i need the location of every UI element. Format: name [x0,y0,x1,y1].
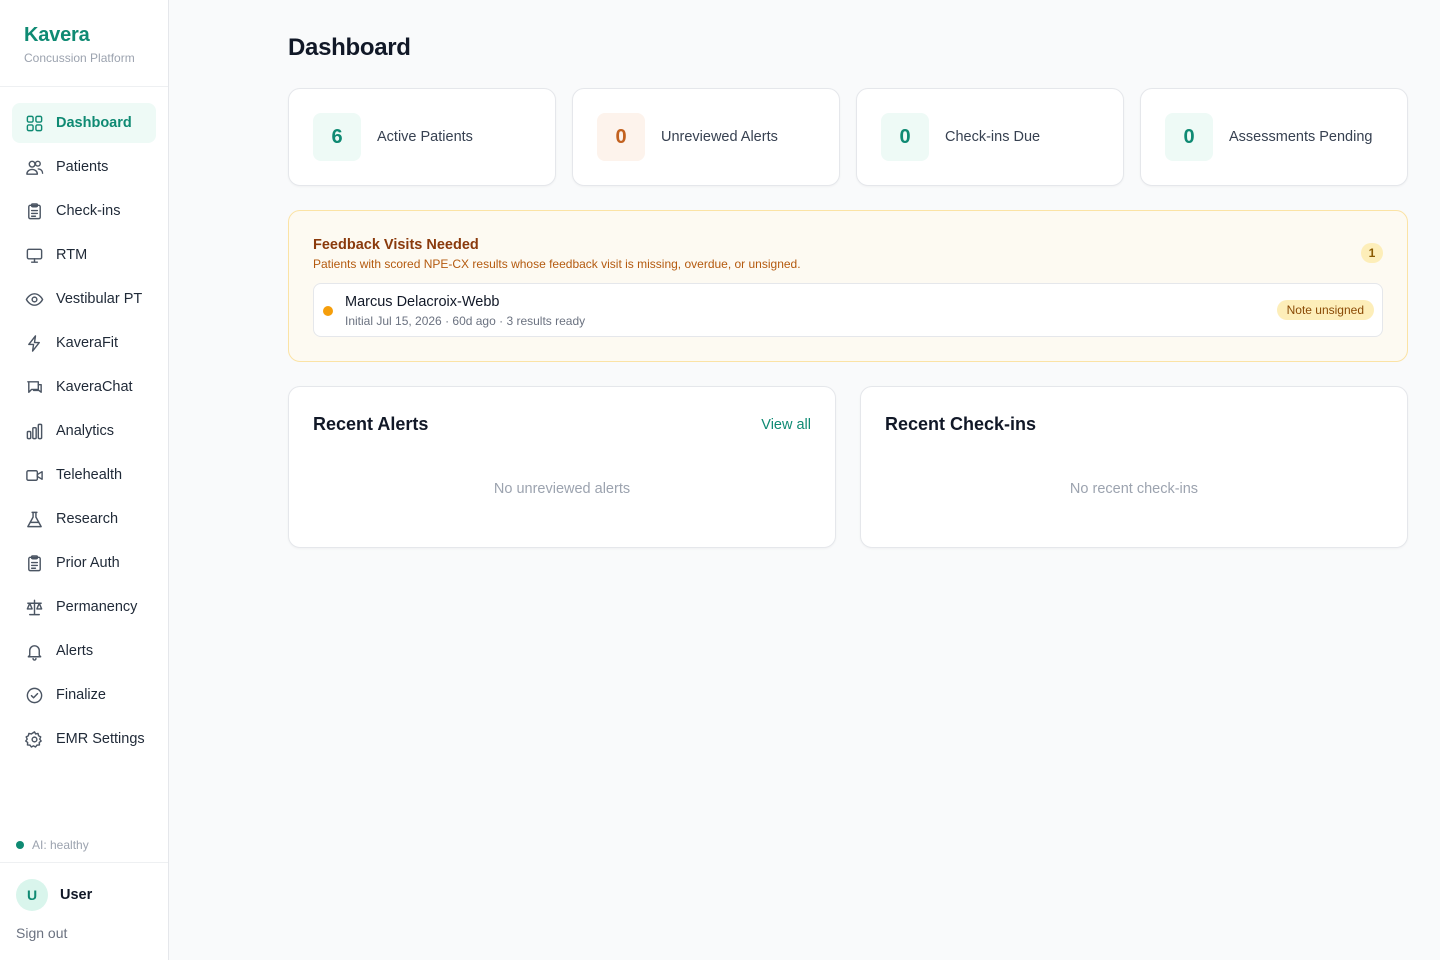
sidebar-item-label: Finalize [56,687,106,703]
sidebar-item-label: KaveraFit [56,335,119,351]
sidebar-item-label: Dashboard [56,115,132,131]
sidebar-item-label: KaveraChat [56,379,133,395]
check-circle-icon [24,685,44,705]
sidebar-item-alerts[interactable]: Alerts [12,631,156,671]
stat-card-assessments-pending[interactable]: 0 Assessments Pending [1140,88,1408,186]
flask-icon [24,509,44,529]
sidebar-item-finalize[interactable]: Finalize [12,675,156,715]
page-title: Dashboard [288,34,411,61]
stat-value: 0 [1165,113,1213,161]
eye-icon [24,289,44,309]
status-badge: Note unsigned [1276,300,1374,320]
view-all-link[interactable]: View all [761,417,811,433]
stat-card-unreviewed-alerts[interactable]: 0 Unreviewed Alerts [572,88,840,186]
lightning-icon [24,333,44,353]
user-profile[interactable]: U User [16,879,92,911]
sidebar-item-label: Analytics [56,423,115,439]
avatar: U [16,879,48,911]
sidebar-item-kaverachat[interactable]: KaveraChat [12,367,156,407]
stat-label: Assessments Pending [1229,129,1373,145]
sidebar-item-permanency[interactable]: Permanency [12,587,156,627]
status-dot [323,306,333,316]
divider [0,86,168,87]
brand-subtitle: Concussion Platform [24,51,135,65]
stat-card-check-ins-due[interactable]: 0 Check-ins Due [856,88,1124,186]
sidebar-item-label: EMR Settings [56,731,145,747]
sidebar: Kavera Concussion Platform Dashboard Pat… [0,0,169,960]
brand-name: Kavera [24,24,90,46]
recent-alerts-panel: Recent Alerts View all No unreviewed ale… [288,386,836,548]
feedback-subtitle: Patients with scored NPE-CX results whos… [313,257,801,271]
bar-chart-icon [24,421,44,441]
sidebar-item-rtm[interactable]: RTM [12,235,156,275]
ai-status-label: AI: healthy [32,838,89,852]
sidebar-item-label: Prior Auth [56,555,120,571]
sidebar-item-label: Permanency [56,599,138,615]
patient-name: Marcus Delacroix-Webb [345,294,500,310]
bell-icon [24,641,44,661]
sidebar-item-label: Telehealth [56,467,123,483]
sidebar-item-prior-auth[interactable]: Prior Auth [12,543,156,583]
user-name: User [60,887,93,903]
sidebar-item-label: Patients [56,159,109,175]
brand[interactable]: Kavera Concussion Platform [24,22,135,66]
panel-title: Recent Alerts [313,414,429,434]
stat-value: 6 [313,113,361,161]
count-badge: 1 [1361,243,1383,263]
sidebar-item-label: Check-ins [56,203,121,219]
feedback-patient-row[interactable]: Marcus Delacroix-Webb Initial Jul 15, 20… [313,283,1383,337]
stat-label: Check-ins Due [945,129,1041,145]
ai-status: AI: healthy [16,838,89,852]
status-dot [16,841,24,849]
clipboard-icon [24,553,44,573]
video-icon [24,465,44,485]
sidebar-item-vestibular-pt[interactable]: Vestibular PT [12,279,156,319]
sidebar-item-emr-settings[interactable]: EMR Settings [12,719,156,759]
sidebar-item-kaverafit[interactable]: KaveraFit [12,323,156,363]
sidebar-item-label: Research [56,511,119,527]
sidebar-item-label: Vestibular PT [56,291,143,307]
stat-card-active-patients[interactable]: 6 Active Patients [288,88,556,186]
stat-value: 0 [597,113,645,161]
recent-checkins-panel: Recent Check-ins No recent check-ins [860,386,1408,548]
gear-icon [24,729,44,749]
feedback-title: Feedback Visits Needed [313,237,479,253]
stat-label: Active Patients [377,129,473,145]
feedback-visits-panel: Feedback Visits Needed Patients with sco… [288,210,1408,362]
sidebar-item-label: Alerts [56,643,94,659]
sidebar-item-analytics[interactable]: Analytics [12,411,156,451]
sidebar-item-label: RTM [56,247,88,263]
clipboard-icon [24,201,44,221]
users-icon [24,157,44,177]
empty-state: No recent check-ins [1069,481,1199,497]
grid-icon [24,113,44,133]
monitor-icon [24,245,44,265]
sidebar-nav: Dashboard Patients Check-ins RTM Vestibu… [12,103,156,763]
sidebar-item-telehealth[interactable]: Telehealth [12,455,156,495]
panel-title: Recent Check-ins [885,414,1037,434]
sidebar-item-research[interactable]: Research [12,499,156,539]
sidebar-item-patients[interactable]: Patients [12,147,156,187]
chat-icon [24,377,44,397]
sidebar-item-check-ins[interactable]: Check-ins [12,191,156,231]
stat-label: Unreviewed Alerts [661,129,778,145]
patient-meta: Initial Jul 15, 2026 · 60d ago · 3 resul… [345,314,586,328]
divider [0,862,168,863]
sign-out-link[interactable]: Sign out [16,925,67,941]
scale-icon [24,597,44,617]
stat-value: 0 [881,113,929,161]
empty-state: No unreviewed alerts [493,481,631,497]
sidebar-item-dashboard[interactable]: Dashboard [12,103,156,143]
